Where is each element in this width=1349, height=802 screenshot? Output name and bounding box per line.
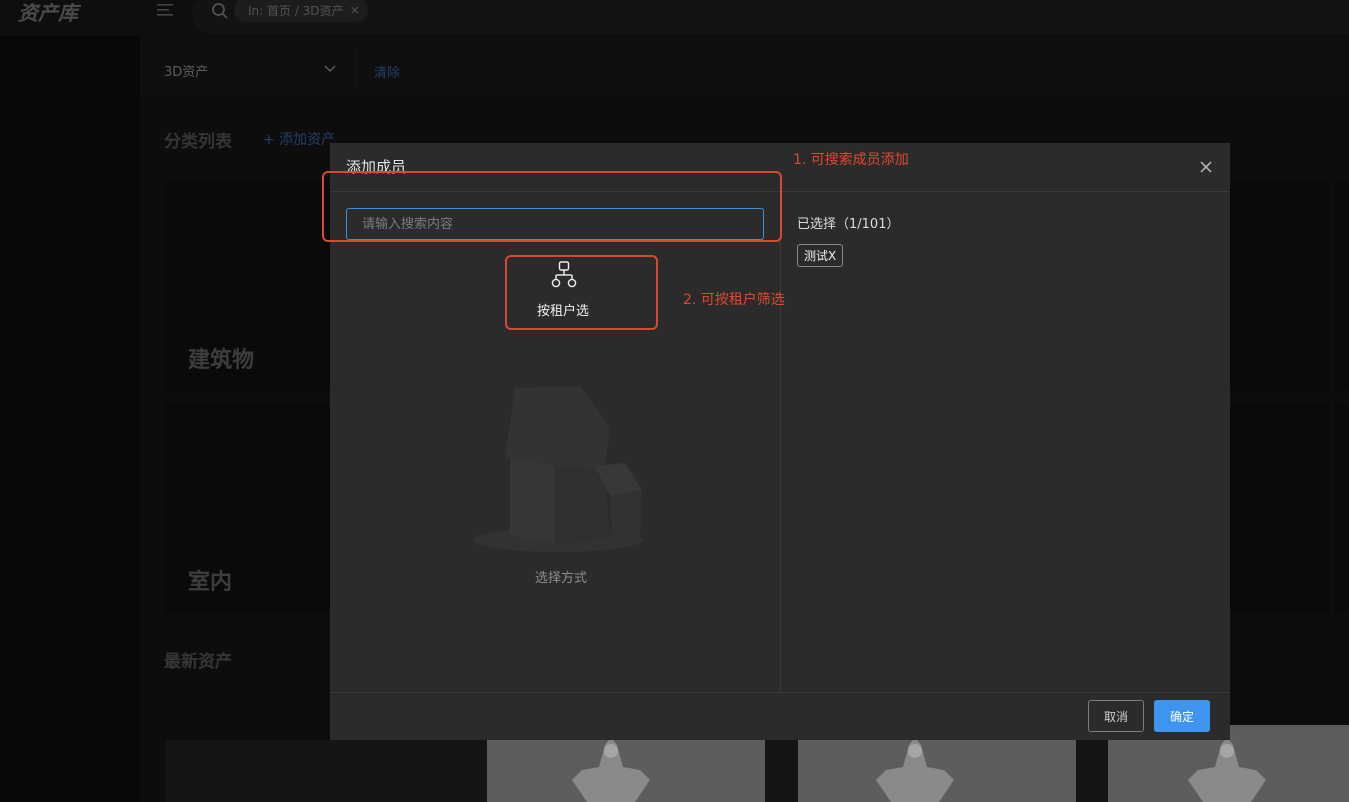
modal-footer-divider	[330, 692, 1230, 693]
selected-member-name: 测试X	[804, 249, 837, 263]
selected-member-tag[interactable]: 测试X	[797, 244, 844, 267]
annotation-text: 1. 可搜索成员添加	[793, 152, 909, 168]
close-icon[interactable]	[1198, 159, 1214, 175]
empty-state-text: 选择方式	[535, 571, 588, 586]
asset-thumbnail[interactable]	[165, 740, 487, 802]
cancel-button[interactable]: 取消	[1088, 700, 1144, 732]
annotation-box-tenant	[505, 255, 658, 330]
annotation-box-search	[322, 171, 782, 242]
asset-thumbnail[interactable]	[765, 740, 798, 802]
empty-state-illustration	[473, 386, 643, 552]
confirm-button[interactable]: 确定	[1154, 700, 1210, 732]
asset-thumbnail[interactable]	[1076, 740, 1108, 802]
annotation-text: 2. 可按租户筛选	[683, 292, 785, 308]
selected-count: 已选择（1/101）	[797, 217, 900, 232]
panel-divider	[780, 192, 781, 692]
